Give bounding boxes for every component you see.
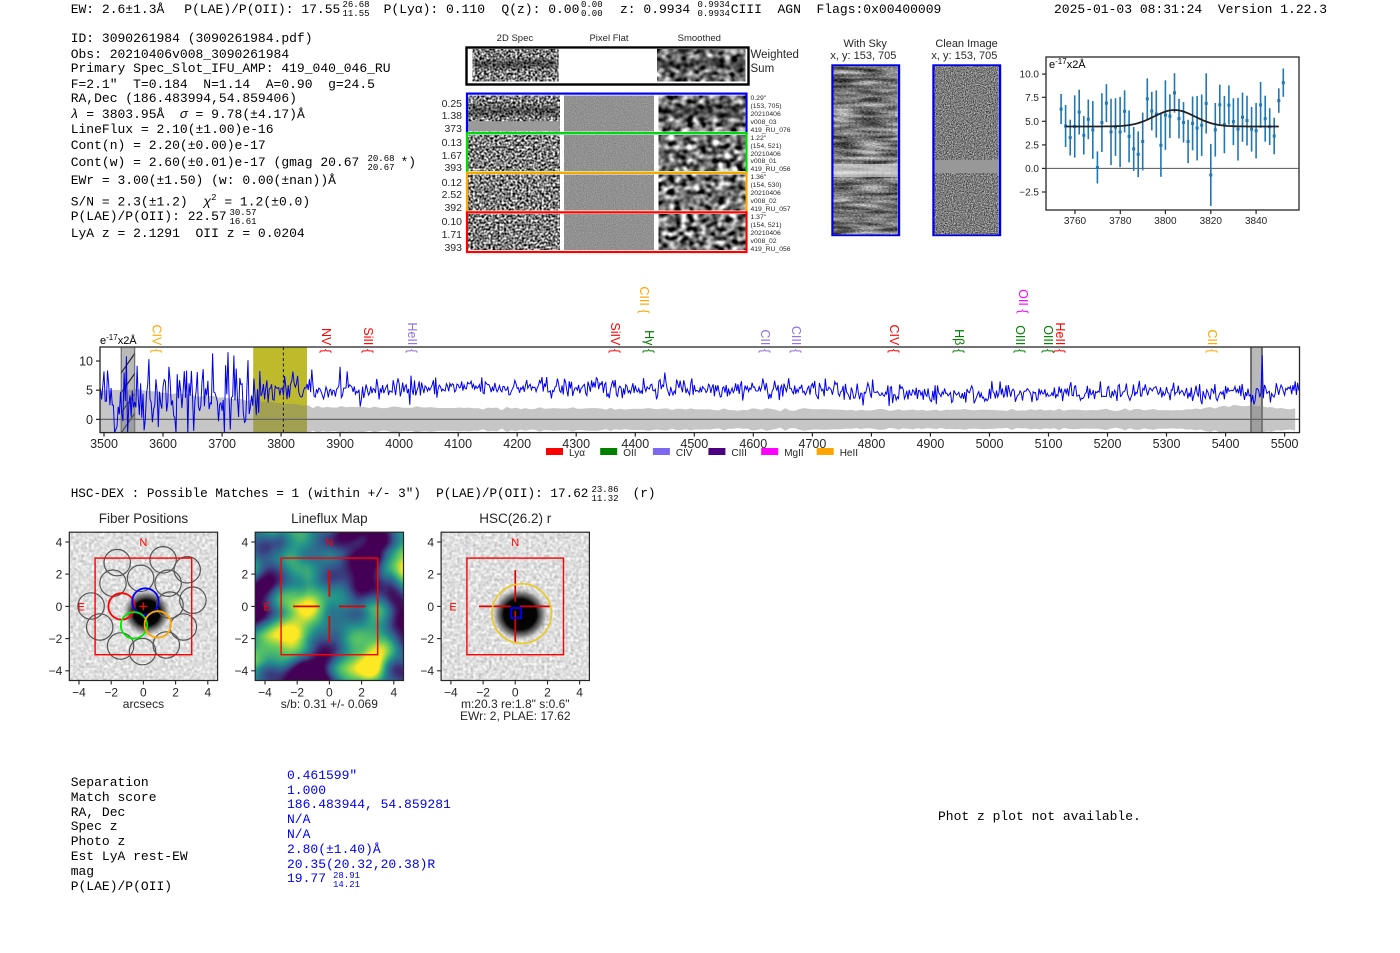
svg-text:−4: −4 (444, 686, 458, 700)
svg-text:2: 2 (56, 568, 63, 582)
svg-text:4: 4 (204, 686, 211, 700)
svg-text:4: 4 (390, 686, 397, 700)
svg-text:0: 0 (56, 600, 63, 614)
svg-text:2: 2 (242, 568, 249, 582)
svg-text:E: E (78, 601, 85, 613)
svg-text:−4: −4 (258, 686, 272, 700)
svg-text:2: 2 (427, 568, 434, 582)
svg-text:4: 4 (576, 686, 583, 700)
svg-text:−4: −4 (235, 664, 249, 678)
svg-text:E: E (264, 601, 271, 613)
svg-text:−2: −2 (420, 632, 434, 646)
svg-text:4: 4 (427, 536, 434, 550)
svg-text:0: 0 (242, 600, 249, 614)
svg-text:4: 4 (242, 536, 249, 550)
svg-text:−4: −4 (72, 686, 86, 700)
svg-text:−4: −4 (420, 664, 434, 678)
svg-text:2: 2 (172, 686, 179, 700)
svg-text:−2: −2 (104, 686, 118, 700)
svg-text:N: N (139, 537, 147, 549)
svg-text:E: E (449, 601, 456, 613)
svg-text:N: N (511, 537, 519, 549)
svg-text:N: N (325, 537, 333, 549)
svg-text:−4: −4 (49, 664, 63, 678)
svg-text:−2: −2 (49, 632, 63, 646)
svg-text:0: 0 (427, 600, 434, 614)
svg-text:−2: −2 (235, 632, 249, 646)
svg-text:4: 4 (56, 536, 63, 550)
